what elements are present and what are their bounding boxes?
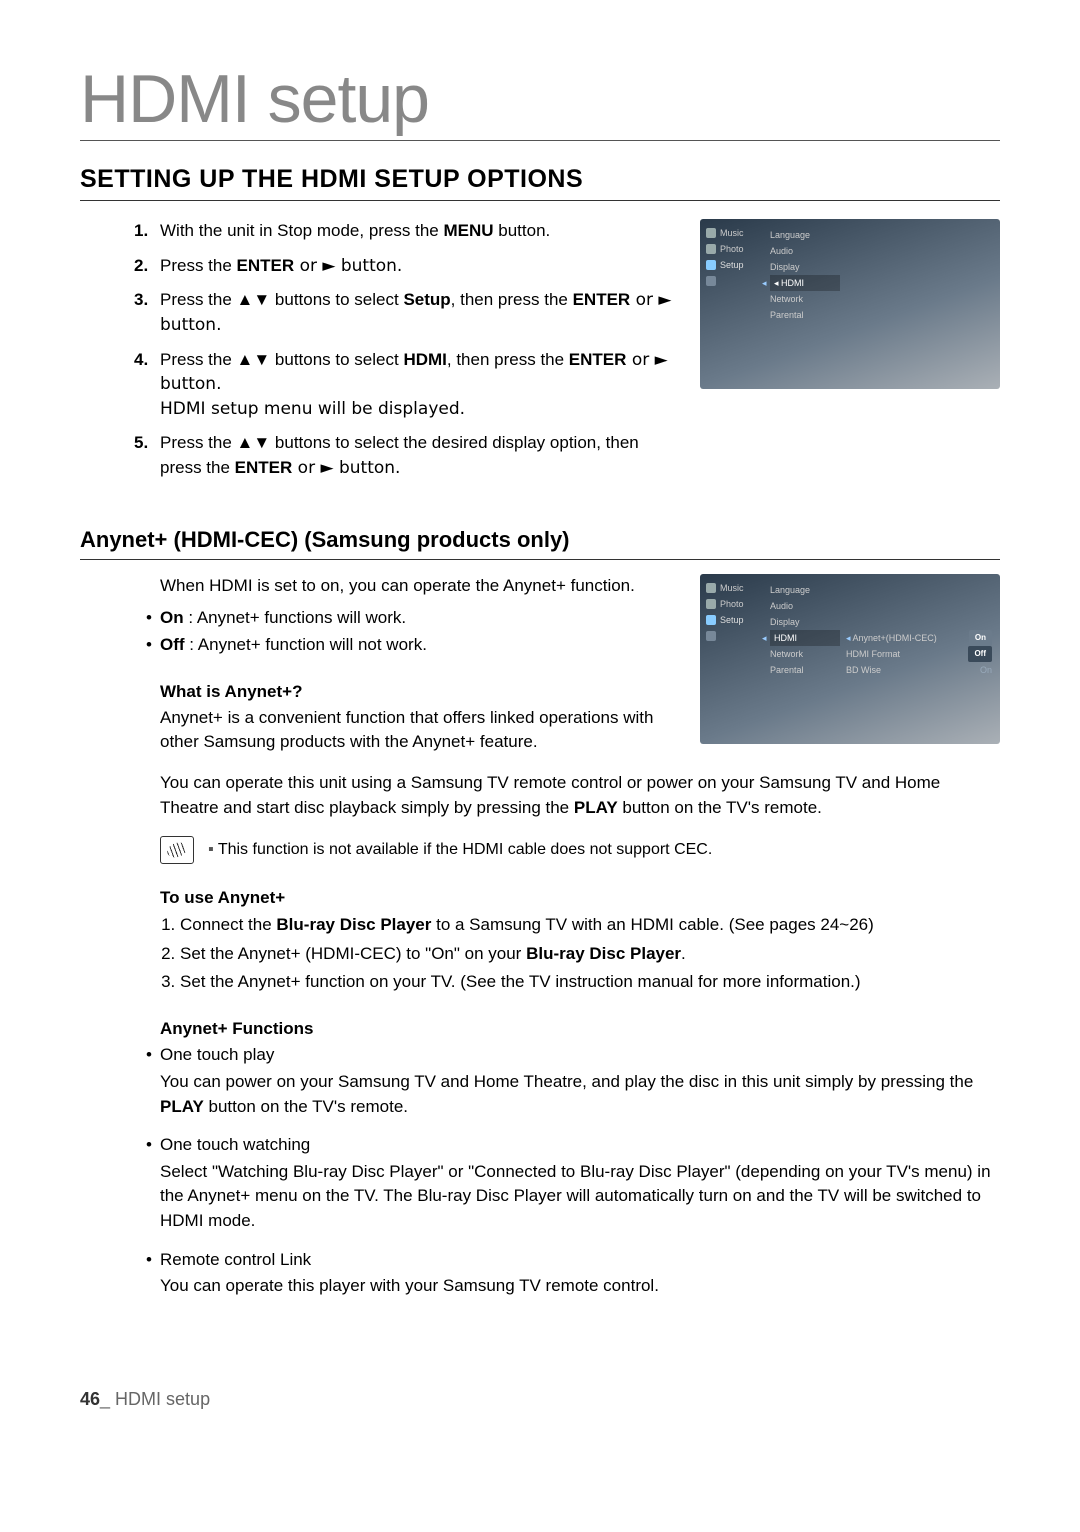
setup-steps: 1. With the unit in Stop mode, press the… [80, 219, 680, 481]
osd2-left-music: Music [720, 583, 744, 593]
what-is-anynet-heading: What is Anynet+? [80, 682, 680, 702]
osd2-anynet-cec: Anynet+(HDMI-CEC)On [840, 630, 992, 646]
func-one-touch-play: One touch play You can power on your Sam… [160, 1043, 1000, 1119]
osd2-left-setup: Setup [720, 615, 744, 625]
anynet-intro: When HDMI is set to on, you can operate … [80, 574, 680, 599]
to-use-anynet-heading: To use Anynet+ [80, 888, 1000, 908]
osd-mid-parental: Parental [770, 307, 840, 323]
page-footer: 46_ HDMI setup [80, 1389, 1000, 1410]
osd-left-setup: Setup [720, 260, 744, 270]
step-5: 5. Press the ▲▼ buttons to select the de… [160, 431, 680, 480]
section-heading: SETTING UP THE HDMI SETUP OPTIONS [80, 165, 1000, 201]
osd2-hdmi-format: HDMI FormatOff [840, 646, 992, 662]
osd-left-music: Music [720, 228, 744, 238]
osd-screenshot-anynet: Music Photo Setup Language Audio Display… [700, 574, 1000, 744]
anynet-functions: One touch play You can power on your Sam… [80, 1043, 1000, 1299]
note-row: This function is not available if the HD… [80, 836, 1000, 864]
osd-mid-network: Network [770, 291, 840, 307]
osd-mid-hdmi: ◂ HDMI [770, 275, 840, 291]
step-3: 3. Press the ▲▼ buttons to select Setup,… [160, 288, 680, 337]
osd-screenshot-hdmi: Music Photo Setup Language Audio Display… [700, 219, 1000, 389]
anynet-functions-heading: Anynet+ Functions [80, 1019, 1000, 1039]
what-is-anynet-text: Anynet+ is a convenient function that of… [80, 706, 680, 755]
anynet-off: Off : Anynet+ function will not work. [160, 633, 680, 658]
anynet-options: On : Anynet+ functions will work. Off : … [80, 606, 680, 657]
anynet-on: On : Anynet+ functions will work. [160, 606, 680, 631]
anynet-heading: Anynet+ (HDMI-CEC) (Samsung products onl… [80, 527, 1000, 560]
osd2-bd-wise: BD WiseOn [840, 662, 992, 678]
osd-mid-audio: Audio [770, 243, 840, 259]
osd2-left-photo: Photo [720, 599, 744, 609]
osd-mid-display: Display [770, 259, 840, 275]
to-use-anynet-steps: Connect the Blu-ray Disc Player to a Sam… [80, 912, 1000, 995]
func-remote-control-link: Remote control Link You can operate this… [160, 1248, 1000, 1299]
use-step-2: Set the Anynet+ (HDMI-CEC) to "On" on yo… [180, 941, 1000, 967]
note-text: This function is not available if the HD… [208, 841, 712, 859]
use-step-3: Set the Anynet+ function on your TV. (Se… [180, 969, 1000, 995]
page-title: HDMI setup [80, 60, 1000, 141]
func-one-touch-watching: One touch watching Select "Watching Blu-… [160, 1133, 1000, 1234]
step-2: 2. Press the ENTER or ► button. [160, 254, 680, 279]
step-4: 4. Press the ▲▼ buttons to select HDMI, … [160, 348, 680, 422]
anynet-operate-para: You can operate this unit using a Samsun… [80, 771, 1000, 820]
note-icon [160, 836, 194, 864]
osd-mid-language: Language [770, 227, 840, 243]
osd-left-photo: Photo [720, 244, 744, 254]
osd2-mid-hdmi: HDMI [770, 630, 840, 646]
step-1: 1. With the unit in Stop mode, press the… [160, 219, 680, 244]
use-step-1: Connect the Blu-ray Disc Player to a Sam… [180, 912, 1000, 938]
